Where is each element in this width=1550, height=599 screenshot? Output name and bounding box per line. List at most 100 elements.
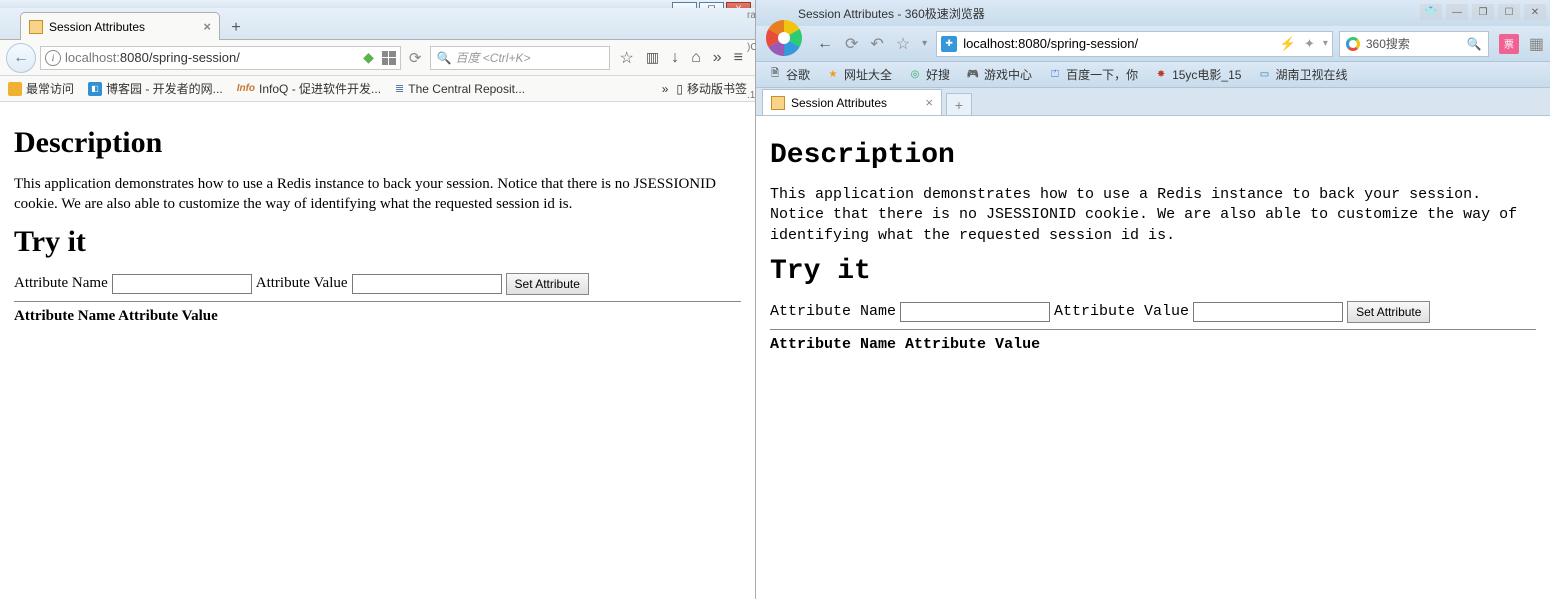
heading-try-it: Try it — [14, 225, 741, 259]
divider — [14, 301, 741, 302]
dropdown-icon[interactable]: ▾ — [919, 38, 930, 49]
bookmarks-toolbar: 最常访问 ◧博客园 - 开发者的网... InfoInfoQ - 促进软件开发.… — [0, 76, 755, 102]
bookmark-games[interactable]: 🎮游戏中心 — [966, 66, 1032, 83]
skin-button[interactable]: 👕 — [1420, 4, 1442, 20]
th-attribute-name: Attribute Name — [14, 308, 115, 324]
mobile-icon: ▯ — [676, 82, 683, 96]
baidu-icon: ⏍ — [1048, 68, 1062, 82]
tab-close-icon[interactable]: × — [925, 95, 933, 110]
downloads-icon[interactable]: ↓ — [671, 49, 679, 67]
bookmarks-overflow-icon[interactable]: » — [662, 82, 669, 96]
360-browser-window: Session Attributes - 360极速浏览器 👕 — ❐ ☐ ✕ … — [756, 0, 1550, 599]
overflow-icon[interactable]: » — [713, 49, 722, 67]
compat-star-icon[interactable]: ✦ — [1304, 36, 1315, 52]
bookmark-baidu[interactable]: ⏍百度一下，你 — [1048, 66, 1138, 83]
lines-icon: ≣ — [395, 82, 404, 95]
attribute-form: Attribute Name Attribute Value Set Attri… — [14, 273, 741, 295]
security-shield-icon[interactable]: ✚ — [941, 36, 957, 52]
attribute-value-input[interactable] — [1193, 302, 1343, 322]
bookmark-cnblogs[interactable]: ◧博客园 - 开发者的网... — [88, 80, 223, 97]
tab-strip: Session Attributes × + — [756, 88, 1550, 116]
bookmark-haosou[interactable]: ◎好搜 — [908, 66, 950, 83]
bookmark-sites[interactable]: ★网址大全 — [826, 66, 892, 83]
attribute-name-input[interactable] — [112, 274, 252, 294]
attribute-value-input[interactable] — [352, 274, 502, 294]
identity-icon[interactable]: i — [45, 50, 61, 66]
tab-strip: Session Attributes × + — [0, 8, 755, 40]
tab-active[interactable]: Session Attributes × — [20, 12, 220, 40]
url-text: localhost:8080/spring-session/ — [65, 50, 240, 65]
bookmark-hunan[interactable]: ▭湖南卫视在线 — [1257, 66, 1347, 83]
bookmark-infoq[interactable]: InfoInfoQ - 促进软件开发... — [237, 80, 381, 97]
navigation-toolbar: ← ⟳ ↶ ☆ ▾ ✚ localhost:8080/spring-sessio… — [756, 26, 1550, 62]
movie-icon: ✸ — [1154, 68, 1168, 82]
search-icon: 🔍 — [437, 51, 452, 65]
attribute-form: Attribute Name Attribute Value Set Attri… — [770, 301, 1536, 323]
titlebar: Session Attributes - 360极速浏览器 👕 — ❐ ☐ ✕ — [756, 0, 1550, 26]
navigation-toolbar: ← i localhost:8080/spring-session/ ◆ ⟳ 🔍… — [0, 40, 755, 76]
address-bar[interactable]: i localhost:8080/spring-session/ ◆ — [40, 46, 401, 70]
url-text: localhost:8080/spring-session/ — [963, 36, 1138, 51]
back-button[interactable]: ← — [814, 35, 836, 53]
table-header: Attribute Name Attribute Value — [14, 308, 741, 325]
search-box[interactable]: 🔍 百度 <Ctrl+K> — [430, 46, 610, 70]
bookmark-central-repo[interactable]: ≣The Central Reposit... — [395, 82, 525, 96]
library-icon[interactable]: ▥ — [646, 49, 659, 66]
bookmark-star-icon[interactable]: ☆ — [620, 48, 634, 68]
window-restore-button[interactable]: ❐ — [1472, 4, 1494, 20]
search-label: 360搜索 — [1366, 35, 1410, 52]
new-tab-button[interactable]: + — [224, 17, 248, 39]
reload-button[interactable]: ⟳ — [842, 34, 861, 54]
label-attribute-value: Attribute Value — [256, 275, 348, 292]
tab-close-icon[interactable]: × — [203, 19, 211, 34]
window-close-button[interactable]: ✕ — [1524, 4, 1546, 20]
undo-button[interactable]: ↶ — [867, 34, 886, 54]
set-attribute-button[interactable]: Set Attribute — [1347, 301, 1430, 323]
chevron-down-icon[interactable]: ▾ — [1323, 38, 1328, 49]
new-tab-button[interactable]: + — [946, 93, 972, 115]
haosou-icon: ◎ — [908, 68, 922, 82]
page-favicon — [771, 96, 785, 110]
description-paragraph: This application demonstrates how to use… — [14, 174, 741, 215]
bookmark-star-icon[interactable]: ☆ — [893, 34, 913, 54]
extensions-icon[interactable]: ▦ — [1529, 34, 1544, 54]
reader-grid-icon[interactable] — [382, 51, 396, 65]
gamepad-icon: 🎮 — [966, 68, 980, 82]
tv-icon: ▭ — [1257, 68, 1271, 82]
address-bar[interactable]: ✚ localhost:8080/spring-session/ ⚡ ✦ ▾ — [936, 31, 1333, 57]
back-button[interactable]: ← — [6, 43, 36, 73]
hamburger-menu-icon[interactable]: ≡ — [734, 49, 743, 67]
lightning-icon[interactable]: ⚡ — [1280, 36, 1296, 52]
attribute-name-input[interactable] — [900, 302, 1050, 322]
firefox-window: — ☐ X Session Attributes × + ← i localho… — [0, 0, 756, 599]
reload-button[interactable]: ⟳ — [405, 49, 426, 67]
shield-icon[interactable]: ◆ — [363, 49, 374, 66]
label-attribute-name: Attribute Name — [14, 275, 108, 292]
tab-active[interactable]: Session Attributes × — [762, 89, 942, 115]
bookmarks-toolbar: 🗎谷歌 ★网址大全 ◎好搜 🎮游戏中心 ⏍百度一下，你 ✸15yc电影_15 ▭… — [756, 62, 1550, 88]
th-attribute-value: Attribute Value — [905, 336, 1040, 353]
description-paragraph: This application demonstrates how to use… — [770, 185, 1536, 246]
bookmark-most-visited[interactable]: 最常访问 — [8, 80, 74, 97]
browser-logo-icon[interactable] — [762, 16, 806, 60]
label-attribute-name: Attribute Name — [770, 303, 896, 320]
bookmark-google[interactable]: 🗎谷歌 — [768, 66, 810, 83]
ticket-button[interactable]: 票 — [1499, 34, 1519, 54]
set-attribute-button[interactable]: Set Attribute — [506, 273, 589, 295]
search-placeholder: 百度 <Ctrl+K> — [455, 49, 530, 66]
window-maximize-button[interactable]: ☐ — [1498, 4, 1520, 20]
page-content: Description This application demonstrate… — [0, 102, 755, 339]
bookmark-mobile[interactable]: ▯移动版书签 — [676, 80, 747, 97]
divider — [770, 329, 1536, 330]
360-search-icon — [1346, 37, 1360, 51]
th-attribute-value: Attribute Value — [118, 308, 218, 324]
search-icon[interactable]: 🔍 — [1467, 37, 1482, 51]
search-box[interactable]: 360搜索 🔍 — [1339, 31, 1489, 57]
page-content: Description This application demonstrate… — [756, 116, 1550, 367]
window-minimize-button[interactable]: — — [1446, 4, 1468, 20]
home-icon[interactable]: ⌂ — [691, 49, 701, 67]
table-header: Attribute Name Attribute Value — [770, 336, 1536, 353]
bookmark-15yc[interactable]: ✸15yc电影_15 — [1154, 66, 1241, 83]
site-icon: ◧ — [88, 82, 102, 96]
tab-title: Session Attributes — [791, 96, 887, 110]
